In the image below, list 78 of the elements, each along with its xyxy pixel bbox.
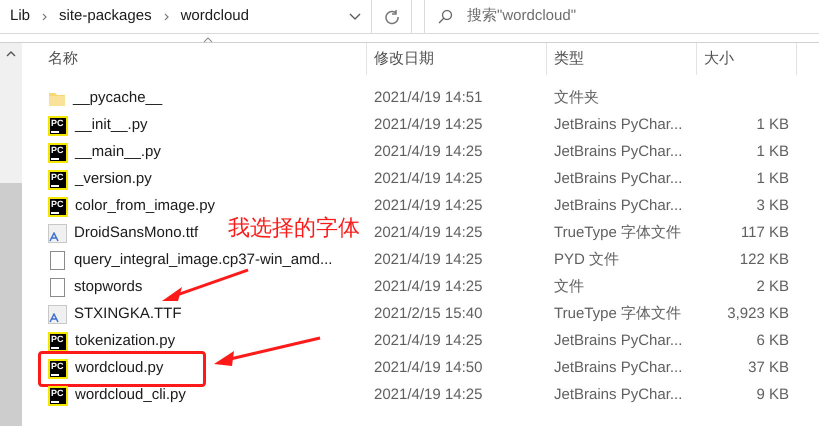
file-size: 9 KB xyxy=(756,385,789,406)
address-bar[interactable]: Lib site-packages wordcloud xyxy=(0,0,372,33)
file-name[interactable]: wordcloud_cli.py xyxy=(75,384,186,407)
file-name[interactable]: query_integral_image.cp37-win_amd... xyxy=(74,249,332,272)
column-header[interactable]: 名称 xyxy=(48,43,367,75)
file-name[interactable]: __init__.py xyxy=(75,114,148,137)
search-field[interactable]: 搜索"wordcloud" xyxy=(424,0,819,33)
dropdown-caret-icon[interactable] xyxy=(349,12,361,20)
file-name[interactable]: color_from_image.py xyxy=(75,195,216,218)
chevron-icon xyxy=(164,12,169,20)
file-type: JetBrains PyChar... xyxy=(553,115,684,136)
file-size: 6 KB xyxy=(756,331,789,352)
pycharm-file-icon: PC xyxy=(48,142,68,162)
modified-date: 2021/2/15 15:40 xyxy=(373,304,484,324)
file-size: 1 KB xyxy=(756,115,789,136)
file-type: JetBrains PyChar... xyxy=(553,385,684,406)
search-input[interactable]: 搜索"wordcloud" xyxy=(467,5,807,28)
file-name[interactable]: DroidSansMono.ttf xyxy=(74,222,198,245)
file-icon xyxy=(50,251,65,270)
scrollbar[interactable] xyxy=(0,43,22,426)
breadcrumb-item[interactable]: Lib xyxy=(10,5,30,28)
column-header[interactable]: 类型 xyxy=(547,43,697,75)
file-type: TrueType 字体文件 xyxy=(553,304,682,324)
modified-date: 2021/4/19 14:25 xyxy=(373,115,484,136)
file-type: JetBrains PyChar... xyxy=(553,331,684,352)
modified-date: 2021/4/19 14:25 xyxy=(373,196,484,216)
file-name[interactable]: stopwords xyxy=(74,276,142,299)
file-name[interactable]: STXINGKA.TTF xyxy=(74,303,182,326)
pycharm-file-icon: PC xyxy=(48,170,68,190)
search-icon xyxy=(437,8,453,24)
file-icon xyxy=(50,278,65,297)
file-type: PYD 文件 xyxy=(553,250,620,270)
font-file-icon xyxy=(48,305,67,324)
file-size: 1 KB xyxy=(756,169,789,190)
modified-date: 2021/4/19 14:50 xyxy=(373,358,484,378)
pycharm-file-icon: PC xyxy=(48,332,68,352)
pycharm-file-icon: PC xyxy=(48,386,68,406)
modified-date: 2021/4/19 14:25 xyxy=(373,277,484,298)
file-size: 1 KB xyxy=(756,142,789,162)
refresh-icon xyxy=(384,8,400,24)
sort-caret-icon xyxy=(203,37,213,43)
column-header[interactable]: 大小 xyxy=(697,43,797,75)
breadcrumb-item[interactable]: wordcloud xyxy=(180,5,249,28)
file-type: 文件夹 xyxy=(553,88,600,108)
file-size: 3,923 KB xyxy=(727,304,789,324)
file-name[interactable]: wordcloud.py xyxy=(75,357,164,380)
pycharm-file-icon: PC xyxy=(48,196,68,216)
file-name[interactable]: tokenization.py xyxy=(75,330,176,353)
annotation-text: 我选择的字体 xyxy=(228,214,360,242)
file-size: 117 KB xyxy=(740,223,789,244)
scrollbar-thumb[interactable] xyxy=(0,183,22,426)
modified-date: 2021/4/19 14:25 xyxy=(373,385,484,406)
modified-date: 2021/4/19 14:51 xyxy=(373,88,484,108)
file-type: 文件 xyxy=(553,277,585,298)
file-type: JetBrains PyChar... xyxy=(553,169,684,190)
modified-date: 2021/4/19 14:25 xyxy=(373,142,484,162)
column-header[interactable]: 修改日期 xyxy=(367,43,547,75)
file-type: JetBrains PyChar... xyxy=(553,196,684,216)
modified-date: 2021/4/19 14:25 xyxy=(373,169,484,190)
folder-icon xyxy=(48,90,66,106)
modified-date: 2021/4/19 14:25 xyxy=(373,250,484,270)
chevron-icon xyxy=(42,12,48,20)
file-size: 2 KB xyxy=(756,277,789,298)
file-name[interactable]: __pycache__ xyxy=(73,87,162,110)
pycharm-file-icon: PC xyxy=(48,358,68,378)
file-name[interactable]: _version.py xyxy=(75,168,152,191)
file-type: JetBrains PyChar... xyxy=(553,142,684,162)
file-type: TrueType 字体文件 xyxy=(553,223,682,244)
file-size: 37 KB xyxy=(748,358,789,378)
file-size: 3 KB xyxy=(756,196,789,216)
breadcrumb-item[interactable]: site-packages xyxy=(59,5,152,28)
file-size: 122 KB xyxy=(740,250,789,270)
modified-date: 2021/4/19 14:25 xyxy=(373,223,484,244)
pycharm-file-icon: PC xyxy=(48,116,68,136)
file-name[interactable]: __main__.py xyxy=(75,141,161,164)
font-file-icon xyxy=(48,224,67,243)
file-type: JetBrains PyChar... xyxy=(553,358,684,378)
modified-date: 2021/4/19 14:25 xyxy=(373,331,484,352)
